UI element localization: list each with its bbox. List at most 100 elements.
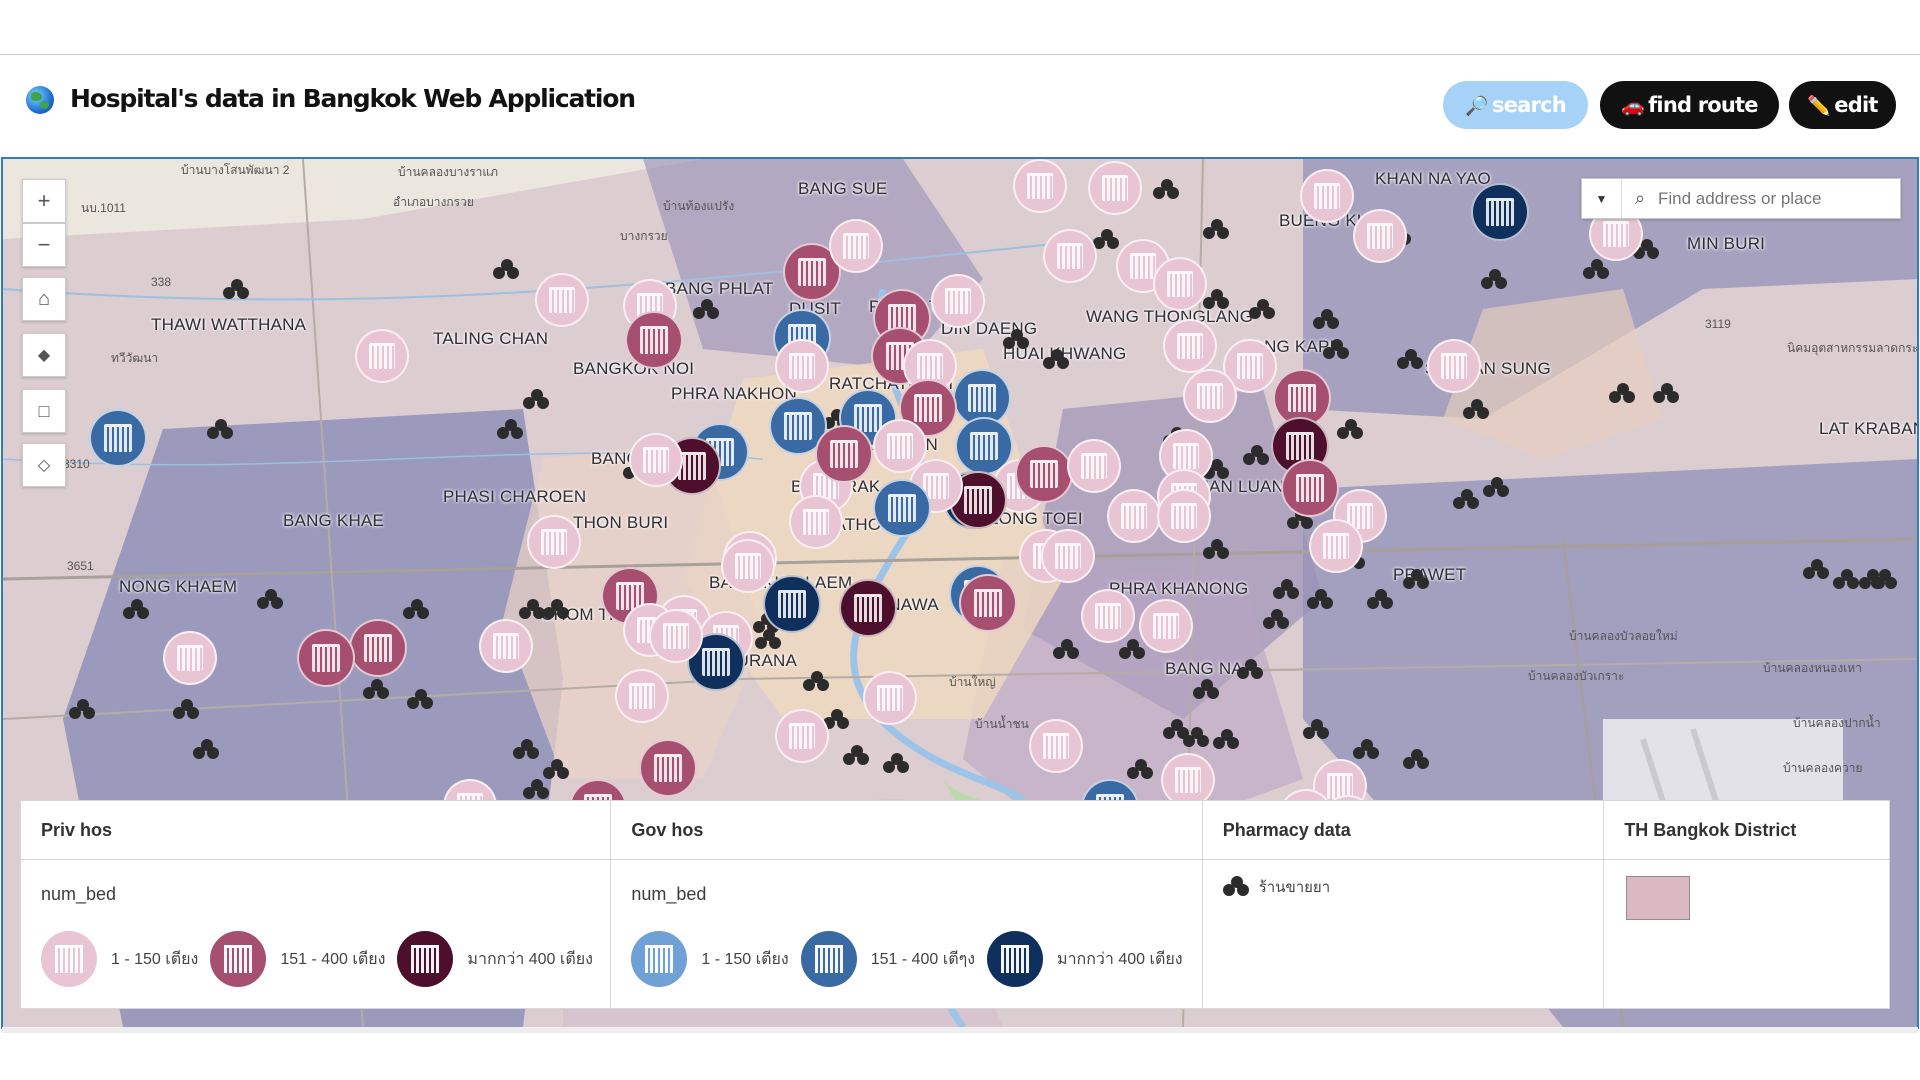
private-hospital-marker[interactable] — [1300, 169, 1354, 223]
address-search-input[interactable] — [1658, 188, 1888, 209]
pharmacy-marker[interactable] — [1313, 309, 1341, 331]
pharmacy-marker[interactable] — [493, 259, 521, 281]
pharmacy-marker[interactable] — [69, 699, 97, 721]
pharmacy-marker[interactable] — [403, 599, 431, 621]
pharmacy-marker[interactable] — [1653, 383, 1681, 405]
pharmacy-marker[interactable] — [1367, 589, 1395, 611]
private-hospital-marker[interactable] — [163, 631, 217, 685]
pharmacy-marker[interactable] — [1323, 339, 1351, 361]
pharmacy-marker[interactable] — [1183, 727, 1211, 749]
private-hospital-marker[interactable] — [649, 609, 703, 663]
edit-button[interactable]: ✏️ edit — [1789, 81, 1896, 129]
pharmacy-marker[interactable] — [1871, 569, 1899, 591]
pharmacy-marker[interactable] — [173, 699, 201, 721]
pharmacy-marker[interactable] — [523, 779, 551, 801]
private-hospital-marker[interactable] — [1281, 459, 1339, 517]
private-hospital-marker[interactable] — [1139, 599, 1193, 653]
pharmacy-marker[interactable] — [1403, 569, 1431, 591]
pharmacy-marker[interactable] — [1273, 579, 1301, 601]
pharmacy-marker[interactable] — [497, 419, 525, 441]
private-hospital-marker[interactable] — [1163, 319, 1217, 373]
pharmacy-marker[interactable] — [1263, 609, 1291, 631]
pharmacy-marker[interactable] — [803, 671, 831, 693]
search-button[interactable]: 🔎 search — [1443, 81, 1588, 129]
private-hospital-marker[interactable] — [1015, 445, 1073, 503]
private-hospital-marker[interactable] — [349, 619, 407, 677]
pharmacy-marker[interactable] — [193, 739, 221, 761]
pharmacy-marker[interactable] — [207, 419, 235, 441]
private-hospital-marker[interactable] — [1427, 339, 1481, 393]
private-hospital-marker[interactable] — [297, 629, 355, 687]
private-hospital-marker[interactable] — [931, 274, 985, 328]
private-hospital-marker[interactable] — [629, 433, 683, 487]
private-hospital-marker[interactable] — [1157, 489, 1211, 543]
private-hospital-marker[interactable] — [839, 579, 897, 637]
pharmacy-marker[interactable] — [1483, 477, 1511, 499]
private-hospital-marker[interactable] — [1107, 489, 1161, 543]
pharmacy-marker[interactable] — [1397, 349, 1425, 371]
private-hospital-marker[interactable] — [1088, 161, 1142, 215]
pharmacy-marker[interactable] — [1237, 659, 1265, 681]
government-hospital-marker[interactable] — [89, 409, 147, 467]
private-hospital-marker[interactable] — [625, 311, 683, 369]
pharmacy-marker[interactable] — [1243, 445, 1271, 467]
pharmacy-marker[interactable] — [1453, 489, 1481, 511]
private-hospital-marker[interactable] — [1353, 209, 1407, 263]
home-icon[interactable]: ⌂ — [22, 277, 66, 321]
private-hospital-marker[interactable] — [829, 219, 883, 273]
pharmacy-marker[interactable] — [883, 753, 911, 775]
find-route-button[interactable]: 🚗 find route — [1600, 81, 1779, 129]
pharmacy-marker[interactable] — [1403, 749, 1431, 771]
private-hospital-marker[interactable] — [1183, 369, 1237, 423]
pharmacy-marker[interactable] — [1481, 269, 1509, 291]
private-hospital-marker[interactable] — [959, 574, 1017, 632]
pharmacy-marker[interactable] — [1053, 639, 1081, 661]
government-hospital-marker[interactable] — [763, 575, 821, 633]
private-hospital-marker[interactable] — [775, 339, 829, 393]
compass-icon[interactable]: ◆ — [22, 333, 66, 377]
pharmacy-marker[interactable] — [693, 299, 721, 321]
private-hospital-marker[interactable] — [1043, 229, 1097, 283]
pharmacy-marker[interactable] — [1303, 719, 1331, 741]
zoom-in-button[interactable]: + — [22, 179, 66, 223]
pharmacy-marker[interactable] — [1307, 589, 1335, 611]
pharmacy-marker[interactable] — [407, 689, 435, 711]
pharmacy-marker[interactable] — [223, 279, 251, 301]
pharmacy-marker[interactable] — [1213, 729, 1241, 751]
pharmacy-marker[interactable] — [1249, 299, 1277, 321]
measure-icon[interactable]: ◇ — [22, 443, 66, 487]
pharmacy-marker[interactable] — [1803, 559, 1831, 581]
pharmacy-marker[interactable] — [1833, 569, 1861, 591]
pharmacy-marker[interactable] — [1093, 229, 1121, 251]
pharmacy-marker[interactable] — [1609, 383, 1637, 405]
private-hospital-marker[interactable] — [1029, 719, 1083, 773]
pharmacy-marker[interactable] — [363, 679, 391, 701]
pharmacy-marker[interactable] — [1353, 739, 1381, 761]
pharmacy-marker[interactable] — [543, 599, 571, 621]
zoom-out-button[interactable]: − — [22, 223, 66, 267]
pharmacy-marker[interactable] — [257, 589, 285, 611]
pharmacy-marker[interactable] — [1203, 539, 1231, 561]
private-hospital-marker[interactable] — [789, 495, 843, 549]
private-hospital-marker[interactable] — [1309, 519, 1363, 573]
private-hospital-marker[interactable] — [1081, 589, 1135, 643]
pharmacy-marker[interactable] — [1153, 179, 1181, 201]
pharmacy-marker[interactable] — [1119, 639, 1147, 661]
private-hospital-marker[interactable] — [1041, 529, 1095, 583]
private-hospital-marker[interactable] — [863, 671, 917, 725]
pharmacy-marker[interactable] — [1193, 679, 1221, 701]
government-hospital-marker[interactable] — [1471, 183, 1529, 241]
pharmacy-marker[interactable] — [843, 745, 871, 767]
pharmacy-marker[interactable] — [1127, 759, 1155, 781]
pharmacy-marker[interactable] — [513, 739, 541, 761]
pharmacy-marker[interactable] — [1337, 419, 1365, 441]
search-source-dropdown[interactable]: ▼ — [1582, 179, 1622, 218]
pharmacy-marker[interactable] — [1463, 399, 1491, 421]
pharmacy-marker[interactable] — [1583, 259, 1611, 281]
private-hospital-marker[interactable] — [535, 273, 589, 327]
pharmacy-marker[interactable] — [1043, 349, 1071, 371]
private-hospital-marker[interactable] — [775, 709, 829, 763]
private-hospital-marker[interactable] — [355, 329, 409, 383]
private-hospital-marker[interactable] — [1067, 439, 1121, 493]
private-hospital-marker[interactable] — [1013, 159, 1067, 213]
